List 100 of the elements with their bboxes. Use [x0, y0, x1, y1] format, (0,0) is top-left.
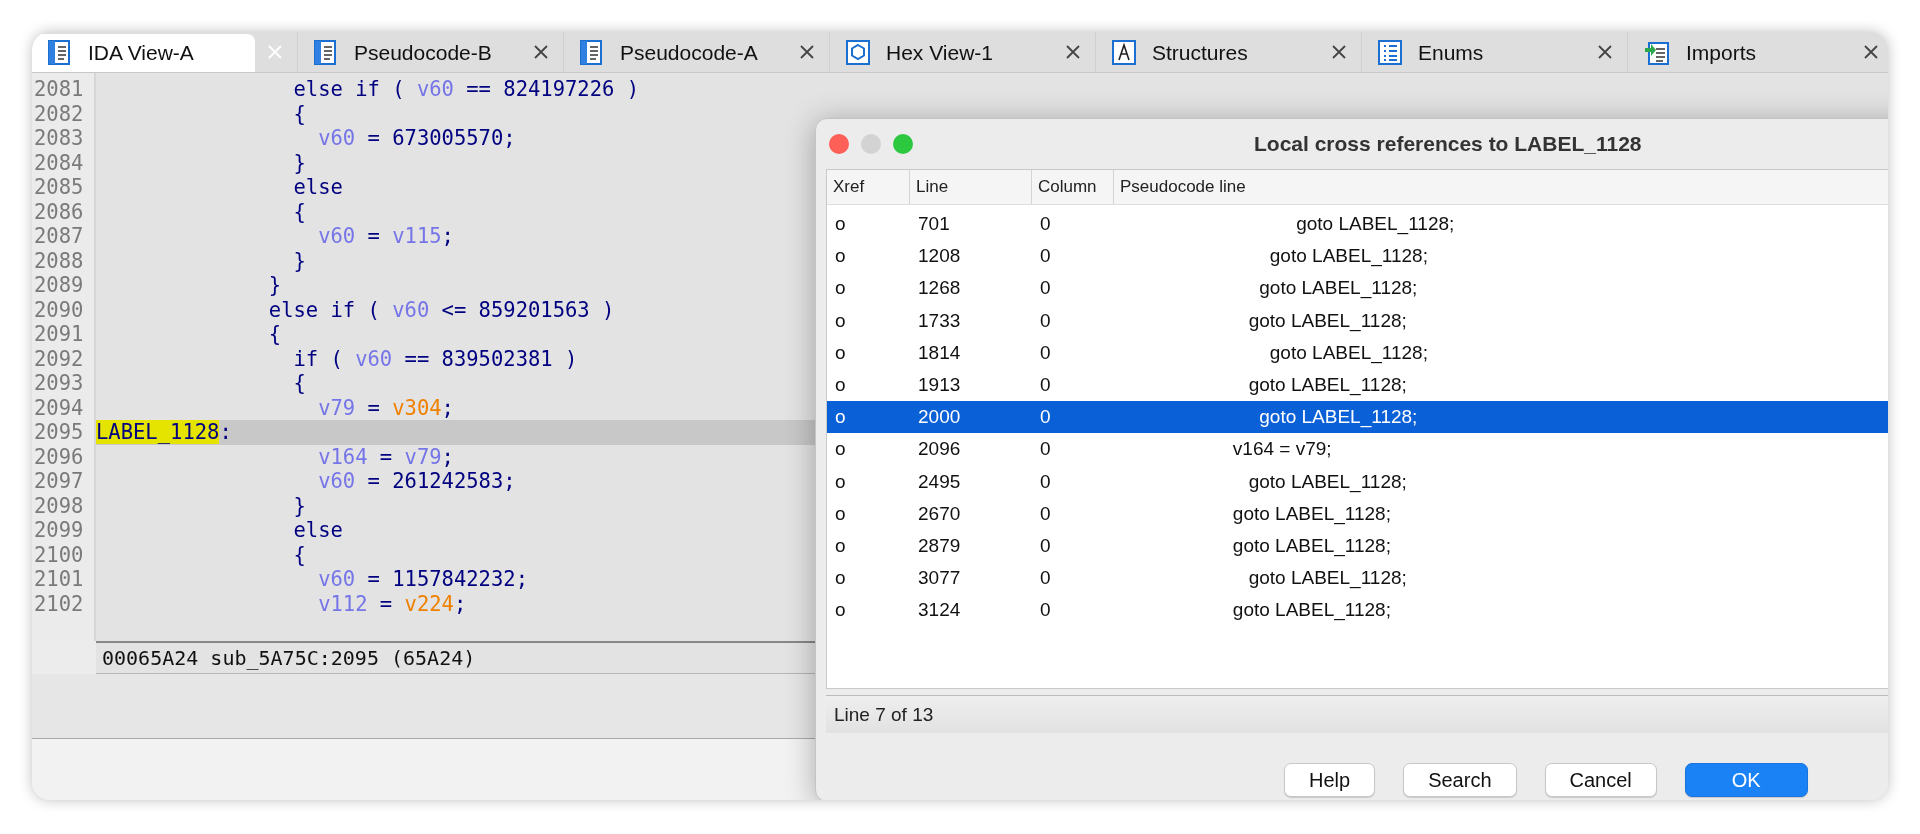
line-number: 2101	[33, 567, 85, 592]
line-number: 2098	[33, 493, 85, 518]
close-icon[interactable]	[1065, 44, 1081, 60]
tab[interactable]: Enums	[1362, 34, 1585, 72]
table-cell-text: goto LABEL_1128;	[1268, 244, 1429, 269]
column-header[interactable]: Xref	[827, 170, 910, 204]
table-cell-text: 701	[917, 212, 951, 236]
table-cell-text: o	[834, 244, 847, 269]
code-line: v60 = 1157842232;	[317, 567, 528, 592]
table-cell-text: goto LABEL_1128;	[1258, 405, 1419, 430]
table-row[interactable]: o 2495 0 goto LABEL_1128;	[827, 465, 1888, 498]
line-number: 2099	[33, 518, 85, 543]
close-icon[interactable]	[1597, 44, 1613, 60]
line-number: 2096	[33, 444, 85, 469]
column-header[interactable]: Column	[1032, 170, 1114, 204]
table-cell-text: o	[834, 276, 847, 301]
table-cell-text: 0	[1039, 372, 1052, 397]
code-line: }	[292, 493, 306, 518]
line-number: 2094	[33, 395, 85, 420]
table-cell-text: o	[834, 566, 847, 591]
close-icon[interactable]	[799, 44, 815, 60]
table-cell-text: goto LABEL_1128;	[1231, 533, 1392, 559]
code-line: v60 = 673005570;	[317, 126, 516, 151]
table-cell-text: goto LABEL_1128;	[1247, 308, 1408, 334]
document-icon	[580, 40, 604, 66]
table-cell-text: 2000	[917, 405, 962, 430]
table-cell-text: 1208	[917, 244, 962, 269]
tab[interactable]: Structures	[1096, 34, 1319, 72]
tab[interactable]: IDA View-A	[32, 34, 255, 72]
table-cell-text: 0	[1039, 308, 1052, 333]
table-cell-text: 0	[1039, 533, 1052, 558]
document-arrow-icon	[1644, 40, 1670, 66]
code-line: {	[292, 199, 306, 224]
line-number: 2081	[33, 77, 85, 102]
close-icon[interactable]	[1863, 44, 1879, 60]
close-icon[interactable]	[1331, 44, 1347, 60]
table-cell-text: 0	[1039, 276, 1052, 301]
code-line: }	[267, 273, 282, 298]
table-row[interactable]: o 3124 0 goto LABEL_1128;	[827, 594, 1888, 627]
line-number: 2088	[33, 248, 85, 273]
table-cell-text: 0	[1039, 212, 1052, 236]
table-cell-text: goto LABEL_1128;	[1295, 212, 1456, 237]
line-number: 2083	[33, 126, 85, 151]
table-row[interactable]: o 3077 0 goto LABEL_1128;	[827, 562, 1888, 595]
table-row[interactable]: o 1733 0 goto LABEL_1128;	[827, 304, 1888, 337]
line-number: 2085	[33, 175, 85, 200]
tab[interactable]: Pseudocode-B	[298, 34, 521, 72]
table-row[interactable]: o 701 0 goto LABEL_1128;	[827, 208, 1888, 241]
line-number: 2090	[33, 297, 85, 322]
code-line: v112 = v224;	[317, 591, 467, 616]
table-row[interactable]: o 2879 0 goto LABEL_1128;	[827, 529, 1888, 563]
table-cell-text: goto LABEL_1128;	[1247, 566, 1408, 591]
tab[interactable]: Imports	[1628, 34, 1851, 72]
table-row[interactable]: o 1208 0 goto LABEL_1128;	[827, 240, 1888, 273]
dialog-button[interactable]: Cancel	[1544, 763, 1657, 797]
status-text: Line 7 of 13	[826, 695, 1888, 733]
line-number: 2086	[33, 199, 85, 224]
table-row[interactable]: o 1814 0 goto LABEL_1128;	[827, 336, 1888, 369]
table-cell-text: goto LABEL_1128;	[1247, 372, 1408, 398]
code-line: v79 = v304;	[317, 395, 454, 420]
line-number: 2084	[33, 150, 85, 175]
tab[interactable]: Hex View-1	[830, 34, 1053, 72]
ok-button[interactable]: OK	[1684, 763, 1808, 797]
table-cell-text: o	[834, 372, 847, 397]
column-header[interactable]: Pseudocode line	[1114, 170, 1888, 204]
code-line: else if ( v60 <= 859201563 )	[267, 297, 615, 322]
dialog-button[interactable]: Search	[1403, 763, 1517, 797]
line-number: 2091	[33, 322, 85, 347]
line-number: 2095	[33, 420, 85, 445]
table-cell-text: 0	[1039, 437, 1052, 462]
code-line: }	[292, 150, 306, 175]
table-row[interactable]: o 1913 0 goto LABEL_1128;	[827, 368, 1888, 402]
table-row[interactable]: o 2670 0 goto LABEL_1128;	[827, 497, 1888, 530]
close-icon[interactable]	[533, 44, 549, 60]
list-icon	[1378, 40, 1402, 66]
code-line: {	[292, 371, 306, 396]
table-cell-text: o	[834, 212, 847, 236]
table-cell-text: goto LABEL_1128;	[1258, 276, 1419, 301]
dialog-button[interactable]: Help	[1284, 763, 1376, 797]
table-row[interactable]: o 2000 0 goto LABEL_1128;	[827, 401, 1888, 434]
table-cell-text: o	[834, 469, 847, 494]
table-cell-text: o	[834, 340, 847, 365]
table-cell-text: 1814	[917, 340, 962, 365]
table-cell-text: 3124	[917, 598, 962, 623]
code-line: {	[292, 101, 306, 126]
box-icon	[1112, 40, 1136, 66]
column-header[interactable]: Line	[910, 170, 1032, 204]
code-line: }	[292, 248, 306, 273]
line-number: 2102	[33, 591, 85, 616]
table-cell-text: o	[834, 598, 847, 623]
line-number: 2092	[33, 346, 85, 371]
table-row[interactable]: o 2096 0 v164 = v79;	[827, 433, 1888, 466]
table-cell-text: o	[834, 501, 847, 526]
table-cell-text: goto LABEL_1128;	[1247, 469, 1408, 495]
line-number: 2100	[33, 542, 85, 567]
code-line: if ( v60 == 839502381 )	[292, 346, 578, 371]
code-line: v164 = v79;	[317, 444, 454, 469]
table-row[interactable]: o 1268 0 goto LABEL_1128;	[827, 272, 1888, 305]
tab[interactable]: Pseudocode-A	[564, 34, 787, 72]
line-number: 2097	[33, 469, 85, 494]
